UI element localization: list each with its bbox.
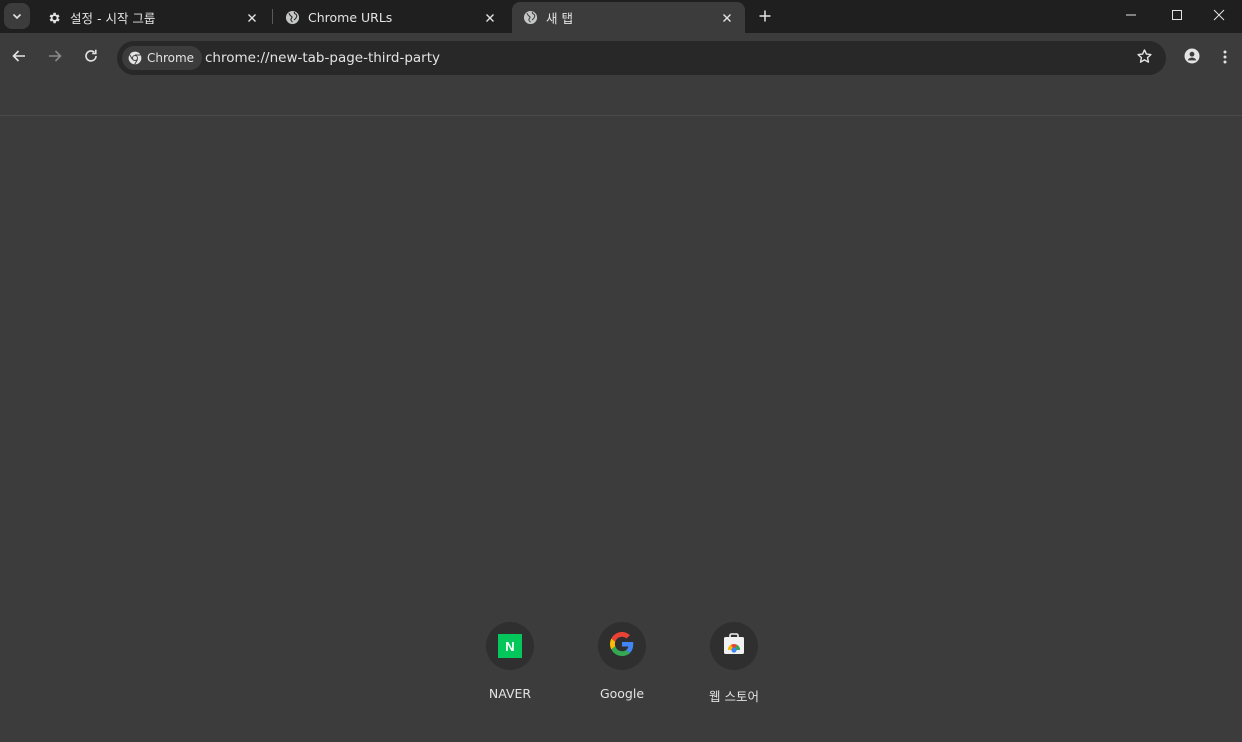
close-icon (1213, 6, 1225, 25)
toolbar: Chrome chrome://new-tab-page-third-party (0, 33, 1242, 83)
close-icon[interactable] (719, 10, 735, 26)
person-icon (1184, 48, 1200, 68)
tab-settings[interactable]: 설정 - 시작 그룹 (36, 2, 270, 33)
menu-button[interactable] (1213, 45, 1237, 71)
minimize-button[interactable] (1108, 0, 1154, 30)
shortcut-web-store[interactable]: 웹 스토어 (686, 622, 782, 712)
address-bar[interactable]: Chrome chrome://new-tab-page-third-party (117, 41, 1166, 75)
shortcut-tile[interactable] (710, 622, 758, 670)
tab-separator (272, 9, 273, 24)
web-store-icon (722, 632, 746, 660)
naver-logo-icon: N (498, 634, 522, 658)
maximize-button[interactable] (1154, 0, 1200, 30)
shortcut-label: 웹 스토어 (709, 689, 759, 704)
reload-button[interactable] (78, 45, 104, 71)
close-icon[interactable] (482, 10, 498, 26)
chrome-logo-icon (128, 51, 142, 65)
site-chip-label: Chrome (147, 51, 195, 65)
bookmark-bar (0, 83, 1242, 115)
gear-icon (46, 10, 62, 26)
shortcut-google[interactable]: Google (574, 622, 670, 712)
profile-button[interactable] (1179, 45, 1205, 71)
tab-title: 새 탭 (546, 11, 573, 26)
bookmark-star-button[interactable] (1134, 48, 1154, 68)
tab-strip: 설정 - 시작 그룹 Chrome URLs 새 탭 (0, 0, 1242, 33)
naver-logo-letter: N (505, 638, 515, 654)
reload-icon (83, 48, 99, 68)
shortcuts-grid: N NAVER Google 웹 스토어 (0, 622, 1242, 722)
site-info-chip[interactable]: Chrome (122, 46, 203, 70)
shortcut-label: NAVER (488, 686, 532, 701)
url-text[interactable]: chrome://new-tab-page-third-party (205, 50, 440, 66)
shortcut-naver[interactable]: N NAVER (462, 622, 558, 712)
new-tab-button[interactable] (753, 4, 777, 28)
close-icon[interactable] (244, 10, 260, 26)
minimize-icon (1125, 6, 1137, 25)
more-vert-icon (1223, 49, 1227, 68)
maximize-icon (1171, 6, 1183, 25)
shortcut-tile[interactable] (598, 622, 646, 670)
tab-title: 설정 - 시작 그룹 (70, 11, 156, 26)
tab-title: Chrome URLs (308, 10, 393, 25)
new-tab-page: N NAVER Google 웹 스토어 (0, 116, 1242, 742)
back-button[interactable] (6, 45, 32, 71)
chevron-down-icon (11, 7, 23, 26)
globe-icon (522, 10, 538, 26)
tab-new-tab[interactable]: 새 탭 (512, 2, 745, 33)
forward-button[interactable] (42, 45, 68, 71)
google-logo-icon (610, 632, 634, 660)
arrow-left-icon (11, 48, 27, 68)
star-icon (1136, 48, 1153, 69)
tab-chrome-urls[interactable]: Chrome URLs (274, 2, 508, 33)
arrow-right-icon (47, 48, 63, 68)
window-close-button[interactable] (1196, 0, 1242, 30)
globe-icon (284, 10, 300, 26)
tab-search-button[interactable] (4, 3, 30, 29)
shortcut-tile[interactable]: N (486, 622, 534, 670)
shortcut-label: Google (599, 686, 645, 701)
plus-icon (759, 7, 771, 26)
